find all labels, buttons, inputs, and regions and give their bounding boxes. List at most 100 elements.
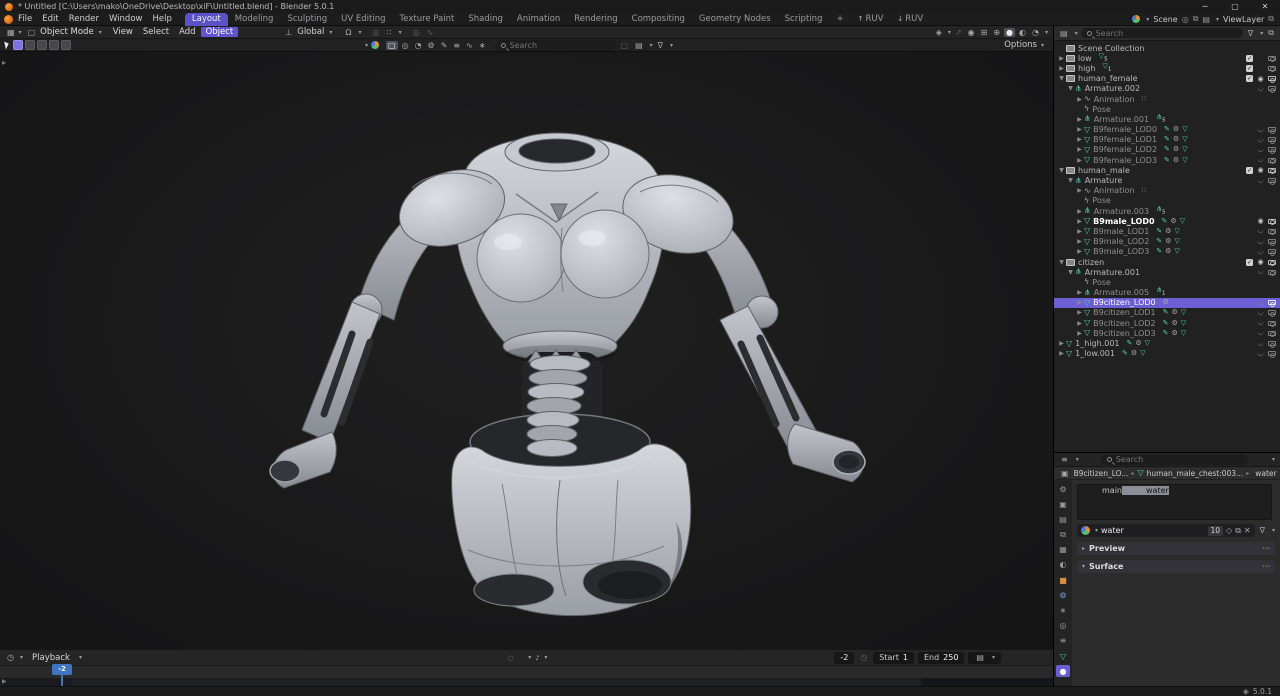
outliner-row[interactable]: ▶▽B9citizen_LOD1✎⚙▽◡: [1054, 308, 1280, 318]
eye-wrap[interactable]: ◡: [1255, 319, 1266, 327]
shading-material-icon[interactable]: ◐: [1017, 28, 1028, 37]
expand-icon[interactable]: ▶: [1075, 330, 1084, 337]
outliner-row[interactable]: ▼⋔Armature.001◡: [1054, 267, 1280, 277]
camera-icon[interactable]: [1268, 341, 1276, 346]
display-mode-caret-icon[interactable]: ▾: [650, 42, 653, 49]
camera-icon[interactable]: [1268, 321, 1276, 326]
cam-wrap[interactable]: [1266, 341, 1277, 346]
tab-output[interactable]: ▤: [1056, 513, 1070, 525]
outliner-search[interactable]: [1081, 28, 1243, 38]
expand-icon[interactable]: ▶: [1075, 208, 1084, 215]
maximize-button[interactable]: ▢: [1220, 0, 1250, 13]
viewport-search[interactable]: [495, 40, 616, 51]
cam-wrap[interactable]: [1266, 351, 1277, 356]
outliner-row[interactable]: ▶high▽1✓: [1054, 63, 1280, 73]
cam-wrap[interactable]: [1266, 331, 1277, 336]
breadcrumb-item[interactable]: water: [1255, 469, 1276, 478]
options-caret-icon[interactable]: ▾: [1041, 42, 1044, 49]
expand-icon[interactable]: ▶: [1075, 116, 1084, 123]
eye-closed-icon[interactable]: ◡: [1257, 145, 1263, 153]
eye-closed-icon[interactable]: ◡: [1257, 267, 1263, 275]
material-name[interactable]: water: [1101, 526, 1204, 535]
outliner-row[interactable]: ▶▽B9female_LOD2✎⚙▽◡: [1054, 145, 1280, 155]
camera-icon[interactable]: [1268, 249, 1276, 254]
eye-open-icon[interactable]: ◉: [1257, 217, 1263, 225]
outliner-row[interactable]: ▶▽B9citizen_LOD2✎⚙▽◡: [1054, 318, 1280, 328]
workspace-tab-animation[interactable]: Animation: [510, 13, 567, 26]
visibility-surface-icon[interactable]: ◔: [413, 41, 424, 50]
collapse-icon[interactable]: ▼: [1057, 259, 1066, 266]
eye-closed-icon[interactable]: ◡: [1257, 318, 1263, 326]
shading-wireframe-icon[interactable]: ⊕: [991, 28, 1002, 37]
outliner-row[interactable]: ▶▽B9female_LOD0✎⚙▽◡: [1054, 125, 1280, 135]
frame-step-caret-icon[interactable]: ▾: [528, 654, 531, 661]
toolbar-expand-icon[interactable]: ▸: [2, 58, 6, 67]
eye-open-icon[interactable]: ◉: [1257, 75, 1263, 83]
workspace-tab-texture-paint[interactable]: Texture Paint: [393, 13, 462, 26]
cam-wrap[interactable]: [1266, 127, 1277, 132]
select-mode-subtract-button[interactable]: [37, 40, 47, 50]
outliner-row[interactable]: ▶⋔Armature.005⋔1: [1054, 288, 1280, 298]
filter-funnel-icon[interactable]: ∇: [656, 41, 665, 50]
camera-icon[interactable]: [1268, 147, 1276, 152]
cam-wrap[interactable]: [1266, 310, 1277, 315]
cam-wrap[interactable]: [1266, 178, 1277, 183]
outliner-row[interactable]: ▶▽B9male_LOD3✎⚙▽◡: [1054, 247, 1280, 257]
tab-tool[interactable]: ⚙: [1056, 483, 1070, 495]
outliner-row[interactable]: ϟPose: [1054, 277, 1280, 287]
collapse-icon[interactable]: ▼: [1066, 177, 1075, 184]
camera-icon[interactable]: [1268, 86, 1276, 91]
breadcrumb-item[interactable]: human_male_chest:003...: [1147, 469, 1244, 478]
eye-open-icon[interactable]: ◉: [1257, 258, 1263, 266]
expand-icon[interactable]: ▶: [1075, 146, 1084, 153]
visibility-camera-icon[interactable]: ∿: [464, 41, 475, 50]
bookmark-icon[interactable]: ▢: [619, 41, 631, 50]
surface-panel-header[interactable]: ▾Surface ⋯: [1077, 560, 1275, 573]
expand-icon[interactable]: ▶: [1075, 320, 1084, 327]
select-mode-intersect-button[interactable]: [61, 40, 71, 50]
outliner-row[interactable]: ▼citizen✓◉: [1054, 257, 1280, 267]
menu-file[interactable]: File: [13, 13, 37, 26]
eye-closed-icon[interactable]: ◡: [1257, 135, 1263, 143]
outliner-row[interactable]: ϟPose: [1054, 104, 1280, 114]
channel-expand-icon[interactable]: ▶: [2, 678, 7, 685]
outliner-filter-caret-icon[interactable]: ▾: [1260, 30, 1263, 37]
cam-wrap[interactable]: [1266, 270, 1277, 275]
cam-wrap[interactable]: [1266, 137, 1277, 142]
outliner-row[interactable]: ▼⋔Armature.002◡: [1054, 84, 1280, 94]
tab-physics[interactable]: ◎: [1056, 620, 1070, 632]
preview-panel-header[interactable]: ▸Preview ⋯: [1077, 542, 1275, 555]
expand-icon[interactable]: ▶: [1057, 350, 1066, 357]
outliner-row[interactable]: ▶▽B9male_LOD0✎⚙▽◉: [1054, 216, 1280, 226]
new-view-layer-icon[interactable]: ⧉: [1268, 14, 1274, 24]
camera-icon[interactable]: [1268, 331, 1276, 336]
cam-wrap[interactable]: [1266, 321, 1277, 326]
cam-wrap[interactable]: [1266, 239, 1277, 244]
timeline-editor-caret-icon[interactable]: ▾: [20, 654, 23, 661]
eye-wrap[interactable]: ◡: [1255, 136, 1266, 144]
viewport-menu-select[interactable]: Select: [138, 27, 174, 37]
outliner-row[interactable]: ▶▽B9female_LOD3✎⚙▽◡: [1054, 155, 1280, 165]
workspace-tab-shading[interactable]: Shading: [461, 13, 510, 26]
collapse-icon[interactable]: ▼: [1066, 85, 1075, 92]
collapse-icon[interactable]: ▼: [1066, 269, 1075, 276]
expand-icon[interactable]: ▶: [1075, 218, 1084, 225]
expand-icon[interactable]: ▶: [1057, 340, 1066, 347]
eye-wrap[interactable]: ◡: [1255, 340, 1266, 348]
tab-particles[interactable]: ∗: [1056, 605, 1070, 617]
filter-funnel-caret-icon[interactable]: ▾: [670, 42, 673, 49]
snap-magnet-icon[interactable]: Ω: [343, 28, 353, 37]
eye-closed-icon[interactable]: ◡: [1257, 237, 1263, 245]
material-slot[interactable]: main: [1078, 486, 1122, 495]
expand-icon[interactable]: ▶: [1075, 187, 1084, 194]
properties-options-caret-icon[interactable]: ▾: [1272, 456, 1275, 463]
camera-icon[interactable]: [1268, 56, 1276, 61]
visibility-empty-icon[interactable]: ✎: [439, 41, 450, 50]
select-mode-new-button[interactable]: [13, 40, 23, 50]
material-slot[interactable]: water: [1122, 486, 1169, 495]
camera-icon[interactable]: [1268, 137, 1276, 142]
timeline-ruler[interactable]: [0, 666, 1053, 678]
workspace-tab-ruv-1[interactable]: ↓RUV: [890, 13, 930, 26]
overlays-icon[interactable]: ◉: [966, 28, 977, 37]
playback-caret-icon[interactable]: ▾: [79, 654, 82, 661]
